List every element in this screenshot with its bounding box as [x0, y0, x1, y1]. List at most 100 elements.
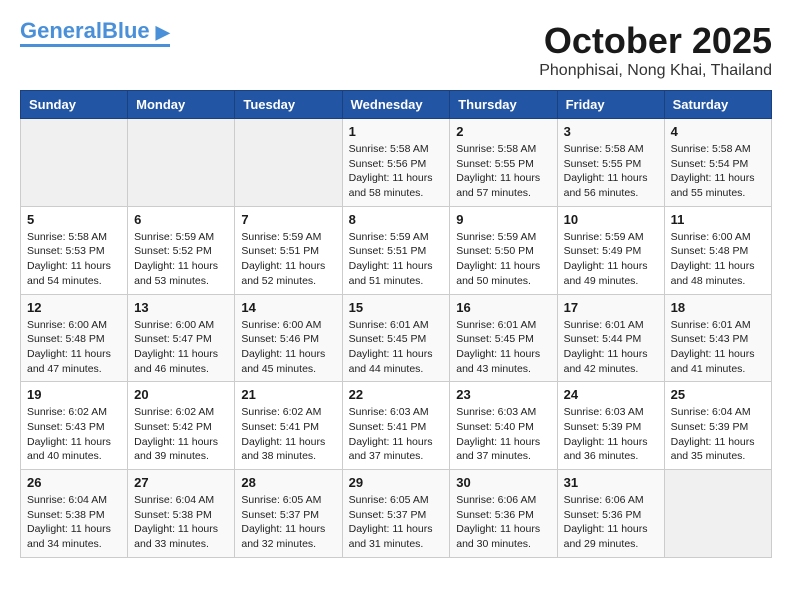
calendar-cell: 16 Sunrise: 6:01 AM Sunset: 5:45 PM Dayli…	[450, 294, 557, 382]
day-info: Sunrise: 6:00 AM Sunset: 5:47 PM Dayligh…	[134, 318, 228, 377]
day-number: 31	[564, 475, 658, 490]
day-number: 16	[456, 300, 550, 315]
day-info: Sunrise: 5:59 AM Sunset: 5:51 PM Dayligh…	[349, 230, 444, 289]
day-number: 1	[349, 124, 444, 139]
day-info: Sunrise: 6:00 AM Sunset: 5:48 PM Dayligh…	[27, 318, 121, 377]
calendar-cell	[664, 470, 771, 558]
calendar-cell: 15 Sunrise: 6:01 AM Sunset: 5:45 PM Dayli…	[342, 294, 450, 382]
day-number: 8	[349, 212, 444, 227]
logo-icon: ▶	[156, 22, 170, 42]
day-number: 15	[349, 300, 444, 315]
logo-blue: Blue	[102, 18, 150, 43]
day-info: Sunrise: 6:01 AM Sunset: 5:43 PM Dayligh…	[671, 318, 765, 377]
weekday-header-sunday: Sunday	[21, 91, 128, 119]
day-info: Sunrise: 5:58 AM Sunset: 5:55 PM Dayligh…	[564, 142, 658, 201]
day-info: Sunrise: 5:59 AM Sunset: 5:52 PM Dayligh…	[134, 230, 228, 289]
weekday-header-saturday: Saturday	[664, 91, 771, 119]
day-info: Sunrise: 6:02 AM Sunset: 5:41 PM Dayligh…	[241, 405, 335, 464]
calendar-cell: 4 Sunrise: 5:58 AM Sunset: 5:54 PM Daylig…	[664, 119, 771, 207]
week-row-4: 19Sunrise: 6:02 AM Sunset: 5:43 PM Dayli…	[21, 382, 772, 470]
calendar-cell: 10Sunrise: 5:59 AM Sunset: 5:49 PM Dayli…	[557, 206, 664, 294]
weekday-header-row: SundayMondayTuesdayWednesdayThursdayFrid…	[21, 91, 772, 119]
day-info: Sunrise: 6:00 AM Sunset: 5:48 PM Dayligh…	[671, 230, 765, 289]
day-number: 14	[241, 300, 335, 315]
day-info: Sunrise: 6:00 AM Sunset: 5:46 PM Dayligh…	[241, 318, 335, 377]
day-info: Sunrise: 5:58 AM Sunset: 5:54 PM Dayligh…	[671, 142, 765, 201]
calendar-cell	[128, 119, 235, 207]
calendar-cell: 3 Sunrise: 5:58 AM Sunset: 5:55 PM Daylig…	[557, 119, 664, 207]
day-number: 4	[671, 124, 765, 139]
day-number: 3	[564, 124, 658, 139]
day-number: 28	[241, 475, 335, 490]
day-info: Sunrise: 6:03 AM Sunset: 5:40 PM Dayligh…	[456, 405, 550, 464]
day-number: 21	[241, 387, 335, 402]
day-number: 7	[241, 212, 335, 227]
calendar-cell: 7 Sunrise: 5:59 AM Sunset: 5:51 PM Daylig…	[235, 206, 342, 294]
day-info: Sunrise: 5:58 AM Sunset: 5:53 PM Dayligh…	[27, 230, 121, 289]
logo: GeneralBlue ▶	[20, 20, 170, 47]
day-info: Sunrise: 6:06 AM Sunset: 5:36 PM Dayligh…	[564, 493, 658, 552]
day-number: 11	[671, 212, 765, 227]
week-row-1: 1 Sunrise: 5:58 AM Sunset: 5:56 PM Daylig…	[21, 119, 772, 207]
location: Phonphisai, Nong Khai, Thailand	[539, 62, 772, 80]
weekday-header-friday: Friday	[557, 91, 664, 119]
calendar-cell: 12 Sunrise: 6:00 AM Sunset: 5:48 PM Dayli…	[21, 294, 128, 382]
calendar-cell	[235, 119, 342, 207]
calendar-cell: 31 Sunrise: 6:06 AM Sunset: 5:36 PM Dayli…	[557, 470, 664, 558]
calendar-cell: 26 Sunrise: 6:04 AM Sunset: 5:38 PM Dayli…	[21, 470, 128, 558]
calendar-cell: 28 Sunrise: 6:05 AM Sunset: 5:37 PM Dayli…	[235, 470, 342, 558]
day-number: 24	[564, 387, 658, 402]
day-number: 25	[671, 387, 765, 402]
day-number: 30	[456, 475, 550, 490]
day-info: Sunrise: 6:03 AM Sunset: 5:41 PM Dayligh…	[349, 405, 444, 464]
day-info: Sunrise: 6:02 AM Sunset: 5:42 PM Dayligh…	[134, 405, 228, 464]
calendar-table: SundayMondayTuesdayWednesdayThursdayFrid…	[20, 90, 772, 558]
day-number: 27	[134, 475, 228, 490]
calendar-cell: 30Sunrise: 6:06 AM Sunset: 5:36 PM Dayli…	[450, 470, 557, 558]
calendar-cell: 6Sunrise: 5:59 AM Sunset: 5:52 PM Daylig…	[128, 206, 235, 294]
weekday-header-tuesday: Tuesday	[235, 91, 342, 119]
day-info: Sunrise: 6:01 AM Sunset: 5:45 PM Dayligh…	[349, 318, 444, 377]
day-info: Sunrise: 6:04 AM Sunset: 5:39 PM Dayligh…	[671, 405, 765, 464]
weekday-header-thursday: Thursday	[450, 91, 557, 119]
day-number: 13	[134, 300, 228, 315]
day-info: Sunrise: 5:59 AM Sunset: 5:51 PM Dayligh…	[241, 230, 335, 289]
week-row-5: 26 Sunrise: 6:04 AM Sunset: 5:38 PM Dayli…	[21, 470, 772, 558]
day-info: Sunrise: 6:04 AM Sunset: 5:38 PM Dayligh…	[27, 493, 121, 552]
calendar-cell: 8 Sunrise: 5:59 AM Sunset: 5:51 PM Daylig…	[342, 206, 450, 294]
day-number: 9	[456, 212, 550, 227]
calendar-cell: 1 Sunrise: 5:58 AM Sunset: 5:56 PM Daylig…	[342, 119, 450, 207]
day-number: 5	[27, 212, 121, 227]
calendar-cell: 29Sunrise: 6:05 AM Sunset: 5:37 PM Dayli…	[342, 470, 450, 558]
day-info: Sunrise: 5:58 AM Sunset: 5:56 PM Dayligh…	[349, 142, 444, 201]
day-number: 12	[27, 300, 121, 315]
day-info: Sunrise: 5:58 AM Sunset: 5:55 PM Dayligh…	[456, 142, 550, 201]
day-number: 26	[27, 475, 121, 490]
week-row-2: 5 Sunrise: 5:58 AM Sunset: 5:53 PM Daylig…	[21, 206, 772, 294]
day-info: Sunrise: 6:04 AM Sunset: 5:38 PM Dayligh…	[134, 493, 228, 552]
calendar-cell: 20Sunrise: 6:02 AM Sunset: 5:42 PM Dayli…	[128, 382, 235, 470]
logo-underline	[20, 44, 170, 47]
calendar-cell	[21, 119, 128, 207]
day-number: 10	[564, 212, 658, 227]
day-number: 19	[27, 387, 121, 402]
calendar-cell: 21 Sunrise: 6:02 AM Sunset: 5:41 PM Dayli…	[235, 382, 342, 470]
calendar-cell: 17 Sunrise: 6:01 AM Sunset: 5:44 PM Dayli…	[557, 294, 664, 382]
calendar-cell: 23Sunrise: 6:03 AM Sunset: 5:40 PM Dayli…	[450, 382, 557, 470]
logo-text: GeneralBlue ▶	[20, 20, 170, 42]
day-info: Sunrise: 6:05 AM Sunset: 5:37 PM Dayligh…	[241, 493, 335, 552]
page-header: GeneralBlue ▶ October 2025 Phonphisai, N…	[20, 20, 772, 80]
calendar-cell: 27 Sunrise: 6:04 AM Sunset: 5:38 PM Dayli…	[128, 470, 235, 558]
day-info: Sunrise: 6:01 AM Sunset: 5:45 PM Dayligh…	[456, 318, 550, 377]
day-number: 17	[564, 300, 658, 315]
calendar-cell: 5 Sunrise: 5:58 AM Sunset: 5:53 PM Daylig…	[21, 206, 128, 294]
day-info: Sunrise: 6:01 AM Sunset: 5:44 PM Dayligh…	[564, 318, 658, 377]
week-row-3: 12 Sunrise: 6:00 AM Sunset: 5:48 PM Dayli…	[21, 294, 772, 382]
month-title: October 2025	[539, 20, 772, 62]
weekday-header-wednesday: Wednesday	[342, 91, 450, 119]
calendar-cell: 9Sunrise: 5:59 AM Sunset: 5:50 PM Daylig…	[450, 206, 557, 294]
title-block: October 2025 Phonphisai, Nong Khai, Thai…	[539, 20, 772, 80]
calendar-cell: 24Sunrise: 6:03 AM Sunset: 5:39 PM Dayli…	[557, 382, 664, 470]
calendar-cell: 25 Sunrise: 6:04 AM Sunset: 5:39 PM Dayli…	[664, 382, 771, 470]
calendar-body: 1 Sunrise: 5:58 AM Sunset: 5:56 PM Daylig…	[21, 119, 772, 558]
